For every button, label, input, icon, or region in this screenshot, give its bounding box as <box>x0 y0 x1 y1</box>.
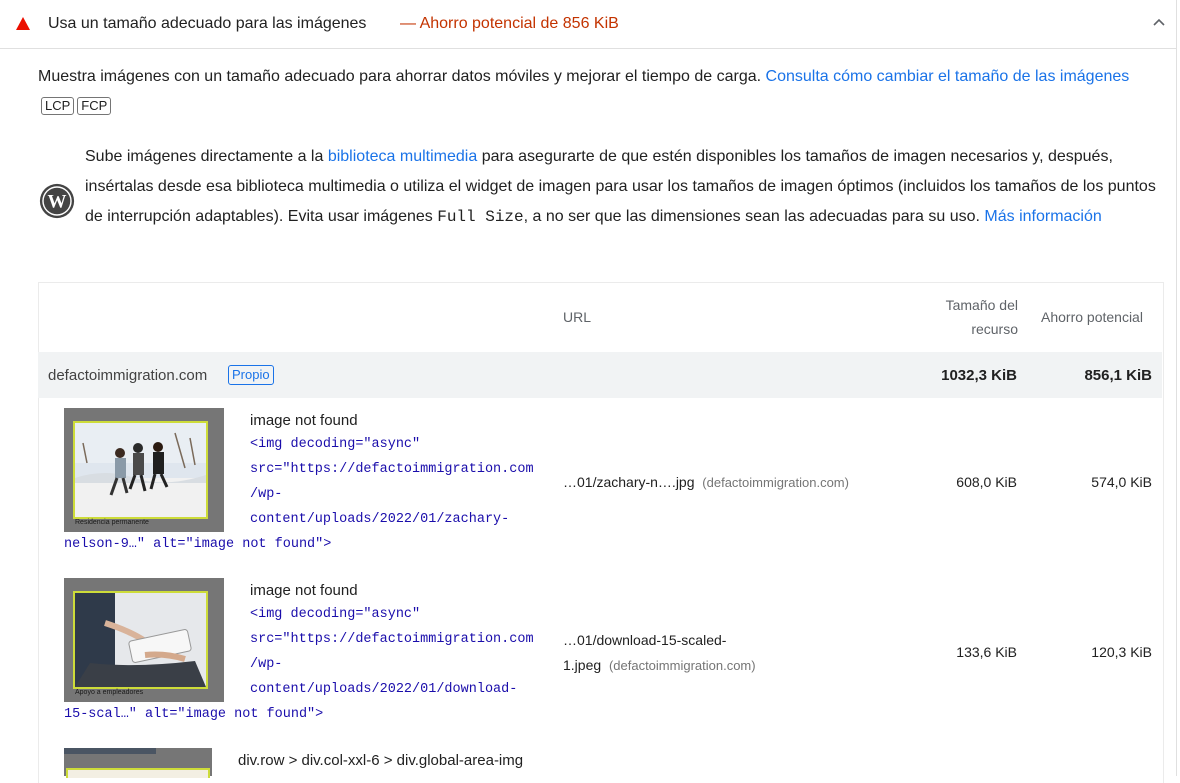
thumbnail-caption: Apoyo a empleadores <box>75 689 144 696</box>
image-thumbnail <box>64 748 212 778</box>
lcp-tag: LCP <box>41 97 75 115</box>
fcp-tag: FCP <box>77 97 112 115</box>
owner-badge: Propio <box>228 365 274 385</box>
resource-url[interactable]: …01/download-15-scaled- 1.jpeg (defactoi… <box>563 628 756 678</box>
resource-url[interactable]: …01/zachary-n….jpg (defactoimmigration.c… <box>563 470 849 495</box>
audit-description: Muestra imágenes con un tamaño adecuado … <box>38 68 1130 115</box>
header-size: Tamaño del recurso <box>945 297 1018 337</box>
node-label: image not found <box>250 582 358 599</box>
audit-savings: — Ahorro potencial de 856 KiB <box>400 15 619 32</box>
node-snippet: <img decoding="async" src="https://defac… <box>250 437 534 527</box>
more-info-link[interactable]: Más información <box>984 208 1101 225</box>
group-domain: defactoimmigration.com <box>48 367 208 384</box>
resource-savings: 120,3 KiB <box>1091 644 1152 660</box>
image-thumbnail: Residencia permanente <box>64 408 224 532</box>
learn-more-link[interactable]: Consulta cómo cambiar el tamaño de las i… <box>766 68 1130 85</box>
resource-size: 608,0 KiB <box>956 474 1017 490</box>
thumbnail-caption: Residencia permanente <box>75 519 149 526</box>
node-snippet-end: 15-scal…" alt="image not found"> <box>64 707 324 722</box>
audit-title: Usa un tamaño adecuado para las imágenes <box>48 15 367 32</box>
wordpress-tip: Sube imágenes directamente a la bibliote… <box>85 148 1156 226</box>
audit-header[interactable]: Usa un tamaño adecuado para las imágenes… <box>0 0 1176 49</box>
photo-tablet-hands <box>73 591 208 689</box>
node-snippet: <img decoding="async" src="https://defac… <box>250 607 534 697</box>
photo-people-jumping <box>73 421 208 519</box>
resource-savings: 574,0 KiB <box>1091 474 1152 490</box>
resource-size: 133,6 KiB <box>956 644 1017 660</box>
panel-border <box>1176 0 1177 776</box>
fail-triangle-icon <box>16 17 30 30</box>
group-size: 1032,3 KiB <box>941 367 1017 384</box>
full-size-code: Full Size <box>437 208 524 226</box>
group-savings: 856,1 KiB <box>1084 367 1152 384</box>
media-library-link[interactable]: biblioteca multimedia <box>328 148 477 165</box>
node-selector: div.row > div.col-xxl-6 > div.global-are… <box>238 752 524 769</box>
node-snippet-end: nelson-9…" alt="image not found"> <box>64 537 332 552</box>
group-row: defactoimmigration.com Propio 1032,3 KiB… <box>38 352 1162 398</box>
header-url: URL <box>563 309 592 325</box>
image-thumbnail: Apoyo a empleadores <box>64 578 224 702</box>
node-label: image not found <box>250 412 358 429</box>
wordpress-icon: W <box>39 183 75 219</box>
chevron-up-icon[interactable] <box>1150 14 1168 32</box>
svg-text:W: W <box>48 192 67 213</box>
header-savings: Ahorro potencial <box>1041 309 1143 325</box>
